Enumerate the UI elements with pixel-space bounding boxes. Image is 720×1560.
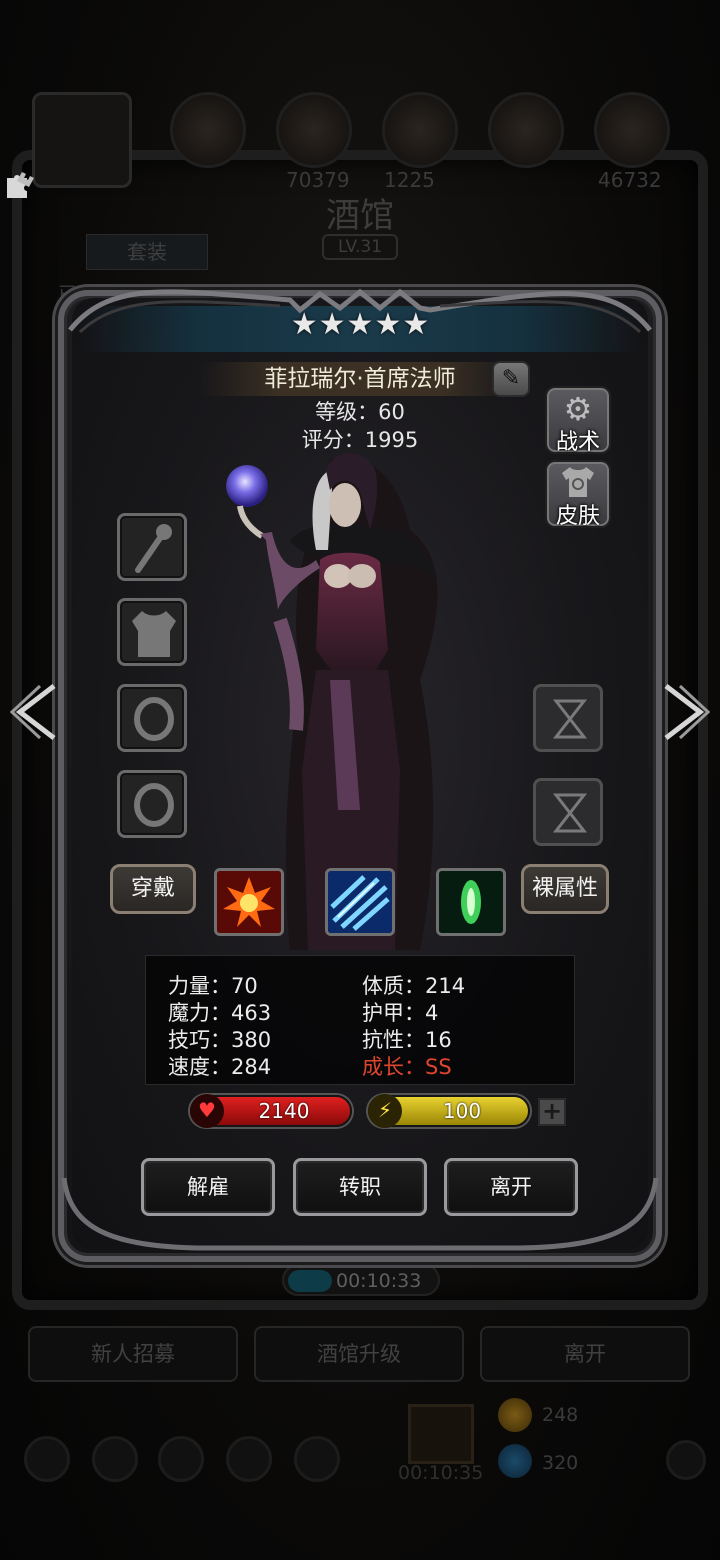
- locked-slot[interactable]: [533, 684, 603, 752]
- fire-skill[interactable]: [214, 868, 284, 936]
- leave-button[interactable]: 离开: [444, 1158, 578, 1216]
- stat-strength: 力量：70: [168, 974, 258, 998]
- next-hero-arrow[interactable]: [660, 680, 711, 755]
- pencil-icon: ✎: [501, 366, 521, 391]
- gem-count: 320: [542, 1452, 579, 1474]
- puzzle-icon[interactable]: [4, 170, 36, 200]
- tactics-button[interactable]: ⚙ 战术: [545, 386, 611, 455]
- wear-button[interactable]: 穿戴: [110, 864, 196, 914]
- tavern-level: LV.31: [322, 234, 398, 260]
- resource-icon: [488, 92, 564, 168]
- shirt-icon-glyph: [562, 467, 594, 497]
- star-icon: ★: [290, 307, 318, 342]
- ring-slot-1[interactable]: [117, 684, 187, 752]
- recruit-button: 新人招募: [28, 1326, 238, 1382]
- hero-level: 等级：60: [315, 400, 405, 424]
- dismiss-button[interactable]: 解雇: [141, 1158, 275, 1216]
- menu-icon: [226, 1436, 272, 1482]
- stat-growth: 成长：SS: [362, 1055, 452, 1079]
- menu-icon: [294, 1436, 340, 1482]
- stat-constitution: 体质：214: [362, 974, 466, 998]
- energy-value: 100: [442, 1099, 482, 1123]
- puzzle-icon-glyph: [7, 172, 34, 198]
- job-change-button[interactable]: 转职: [293, 1158, 427, 1216]
- star-icon: ★: [318, 307, 346, 342]
- star-icon: ★: [374, 307, 402, 342]
- weapon-slot[interactable]: [117, 513, 187, 581]
- skin-label: 皮肤: [555, 504, 600, 529]
- add-icon: [666, 1440, 706, 1480]
- stat-armor: 护甲：4: [362, 1001, 439, 1025]
- naked-attributes-button[interactable]: 裸属性: [521, 864, 609, 914]
- stat-skill: 技巧：380: [168, 1028, 272, 1052]
- previous-hero-arrow[interactable]: [9, 680, 60, 755]
- chest-icon: [408, 1404, 474, 1464]
- hero-stars: ★ ★ ★ ★ ★: [290, 308, 430, 342]
- hero-name: 菲拉瑞尔·首席法师: [264, 366, 456, 392]
- resource-icon: [170, 92, 246, 168]
- chevron-left-icon: [9, 684, 56, 740]
- hourglass-icon: [552, 699, 588, 739]
- tavern-upgrade-button: 酒馆升级: [254, 1326, 464, 1382]
- skin-button[interactable]: 皮肤: [545, 460, 611, 529]
- gem-icon: [498, 1444, 532, 1478]
- gear-icon: ⚙: [563, 390, 593, 428]
- timer-fill: [288, 1270, 332, 1292]
- stat-speed: 速度：284: [168, 1055, 272, 1079]
- hourglass-icon: [552, 793, 588, 833]
- ring-slot-2[interactable]: [117, 770, 187, 838]
- gold-coin-icon: [498, 1398, 532, 1432]
- ring-icon: [134, 783, 174, 827]
- tab-set: 套装: [86, 234, 208, 270]
- star-icon: ★: [402, 307, 430, 342]
- armor-icon: [132, 611, 176, 657]
- nature-skill-icon: [439, 871, 503, 933]
- locked-slot[interactable]: [533, 778, 603, 846]
- ice-skill[interactable]: [325, 868, 395, 936]
- hp-value: 2140: [258, 1099, 310, 1123]
- ring-icon: [134, 697, 174, 741]
- lightning-icon: ⚡: [368, 1094, 402, 1128]
- tavern-title: 酒馆: [326, 196, 394, 236]
- menu-icon: [158, 1436, 204, 1482]
- resource-icon: [382, 92, 458, 168]
- player-avatar: [32, 92, 132, 188]
- heart-icon: ♥: [190, 1094, 224, 1128]
- staff-icon: [135, 524, 172, 573]
- rename-button[interactable]: ✎: [492, 361, 530, 397]
- tactics-label: 战术: [555, 430, 600, 455]
- menu-icon: [24, 1436, 70, 1482]
- tavern-leave-button: 离开: [480, 1326, 690, 1382]
- armor-slot[interactable]: [117, 598, 187, 666]
- star-icon: ★: [346, 307, 374, 342]
- resource-icon: [594, 92, 670, 168]
- stat-magic: 魔力：463: [168, 1001, 272, 1025]
- stat-resistance: 抗性：16: [362, 1028, 452, 1052]
- recruit-timer: 00:10:33: [282, 1264, 440, 1296]
- nature-skill[interactable]: [436, 868, 506, 936]
- chevron-right-icon: [664, 684, 711, 740]
- resource-icon: [276, 92, 352, 168]
- timer-text: 00:10:33: [336, 1270, 422, 1292]
- fire-skill-icon: [217, 871, 281, 933]
- add-energy-button[interactable]: +: [538, 1098, 566, 1126]
- hp-bar: ♥ 2140: [190, 1094, 352, 1128]
- ice-skill-icon: [328, 871, 392, 933]
- energy-bar: ⚡ 100: [368, 1094, 530, 1128]
- menu-icon: [92, 1436, 138, 1482]
- gold-count: 248: [542, 1404, 579, 1426]
- chest-timer: 00:10:35: [398, 1462, 484, 1484]
